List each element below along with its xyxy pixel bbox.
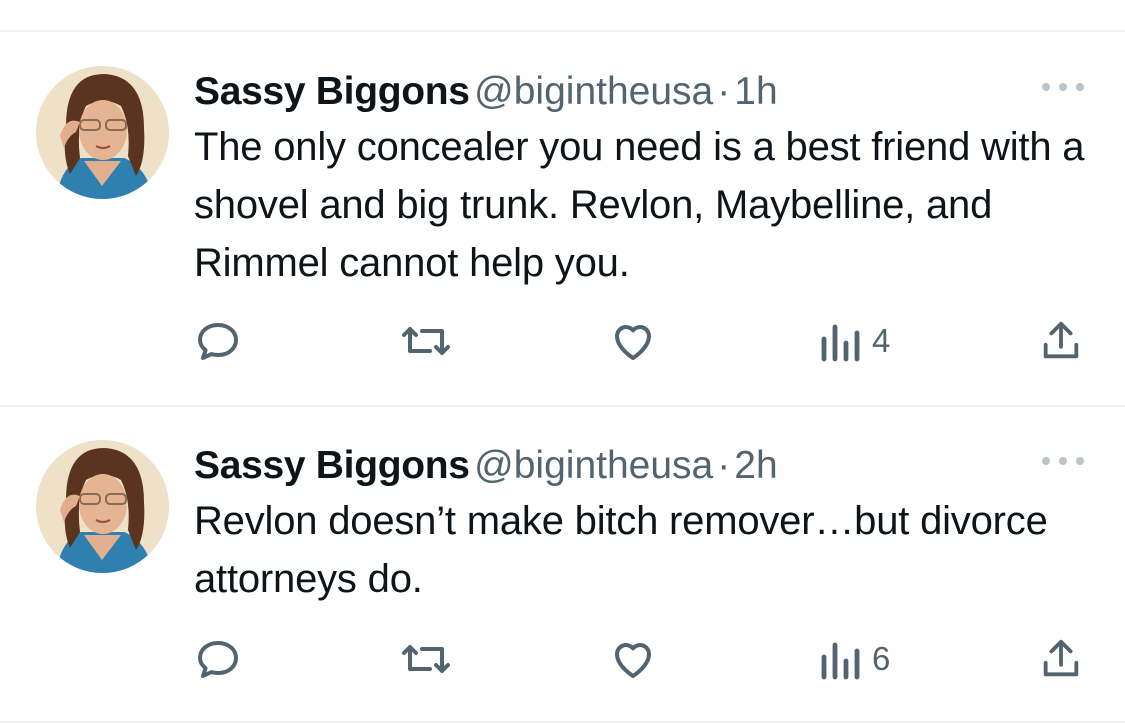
- more-icon: [1059, 457, 1067, 465]
- timestamp[interactable]: 2h: [734, 444, 777, 487]
- views-button[interactable]: 6: [818, 634, 890, 684]
- author-name[interactable]: Sassy Biggons: [194, 70, 470, 113]
- tweet-text: Revlon doesn’t make bitch remover…but di…: [194, 499, 1048, 601]
- retweet-icon: [402, 327, 450, 355]
- tweet-actions: 4: [0, 316, 1125, 366]
- share-icon: [1043, 321, 1079, 359]
- reply-button[interactable]: [194, 634, 242, 684]
- avatar[interactable]: [36, 66, 169, 199]
- more-icon: [1076, 83, 1084, 91]
- reply-icon: [198, 641, 238, 678]
- tweet-actions: 6: [0, 634, 1125, 684]
- divider: [0, 405, 1125, 407]
- tweet-header: Sassy Biggons @bigintheusa · 2h: [194, 446, 778, 485]
- share-icon: [1043, 639, 1079, 677]
- tweet-item[interactable]: Sassy Biggons @bigintheusa · 2h Revlon doe…: [0, 440, 1125, 720]
- views-button[interactable]: 4: [818, 316, 890, 366]
- separator: ·: [717, 444, 731, 487]
- more-options-button[interactable]: [1038, 446, 1088, 476]
- views-count: 6: [872, 640, 891, 677]
- views-count: 4: [872, 322, 891, 359]
- separator: ·: [717, 70, 731, 113]
- more-icon: [1076, 457, 1084, 465]
- divider: [0, 721, 1125, 723]
- author-handle[interactable]: @bigintheusa: [474, 444, 713, 487]
- avatar[interactable]: [36, 440, 169, 573]
- more-icon: [1042, 457, 1050, 465]
- heart-icon: [615, 325, 651, 360]
- analytics-icon: [821, 324, 860, 362]
- tweet-feed: Sassy Biggons @bigintheusa · 1h The only c…: [0, 0, 1125, 725]
- more-options-button[interactable]: [1038, 72, 1088, 102]
- analytics-icon: [821, 642, 860, 680]
- retweet-button[interactable]: [398, 634, 454, 684]
- retweet-icon: [402, 645, 450, 673]
- share-button[interactable]: [1038, 634, 1084, 684]
- like-button[interactable]: [608, 634, 658, 684]
- more-icon: [1042, 83, 1050, 91]
- like-button[interactable]: [608, 316, 658, 366]
- timestamp[interactable]: 1h: [734, 70, 777, 113]
- retweet-button[interactable]: [398, 316, 454, 366]
- tweet-item[interactable]: Sassy Biggons @bigintheusa · 1h The only c…: [0, 66, 1125, 406]
- reply-icon: [198, 323, 238, 360]
- tweet-text: The only concealer you need is a best fr…: [194, 125, 1085, 285]
- author-name[interactable]: Sassy Biggons: [194, 444, 470, 487]
- divider: [0, 30, 1125, 32]
- tweet-header: Sassy Biggons @bigintheusa · 1h: [194, 72, 778, 111]
- heart-icon: [615, 643, 651, 678]
- more-icon: [1059, 83, 1067, 91]
- reply-button[interactable]: [194, 316, 242, 366]
- author-handle[interactable]: @bigintheusa: [474, 70, 713, 113]
- share-button[interactable]: [1038, 316, 1084, 366]
